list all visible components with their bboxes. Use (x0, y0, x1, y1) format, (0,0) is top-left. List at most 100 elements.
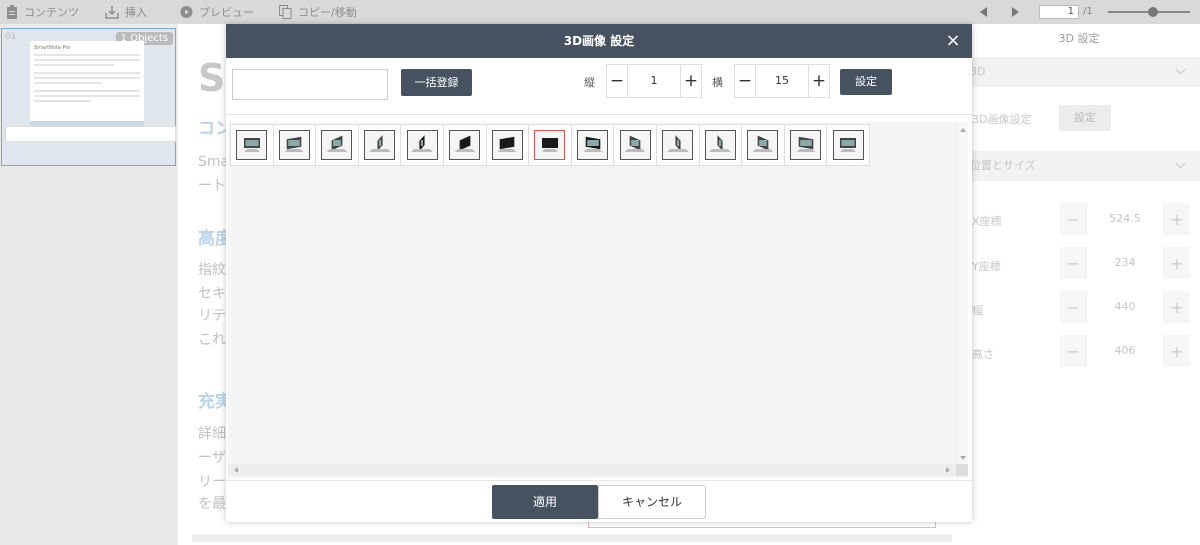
frame-cell-2[interactable] (272, 124, 317, 166)
3d-image-settings-dialog: 3D画像 設定 × 一括登録 縦 − 1 + 横 − 15 + 設定 適用 キャ… (226, 24, 972, 522)
rows-minus-button[interactable]: − (607, 65, 627, 97)
3d-image-set-button[interactable]: 設定 (1059, 105, 1111, 131)
doc-paragraph-line: 指紋 (198, 262, 226, 278)
x-label: X座標 (972, 215, 1002, 228)
frame-thumbnail (491, 130, 523, 160)
laptop-icon (709, 135, 732, 152)
laptop-icon (326, 135, 348, 152)
frame-cell-8[interactable] (528, 124, 572, 166)
dialog-footer-divider (226, 480, 972, 481)
cols-label: 横 (712, 76, 723, 89)
plus-icon[interactable]: + (1164, 342, 1190, 361)
zoom-slider-knob[interactable] (1148, 7, 1159, 17)
slide-thumbnail[interactable]: 01 1 Objects SmartNote Pro (1, 28, 176, 166)
scroll-right-icon[interactable] (946, 467, 950, 473)
frame-cell-9[interactable] (570, 124, 615, 166)
frame-cell-10[interactable] (613, 124, 657, 166)
rows-plus-button[interactable]: + (681, 65, 701, 97)
frame-thumbnail (406, 130, 438, 160)
plus-icon[interactable]: + (1164, 210, 1190, 229)
plus-icon[interactable]: + (1164, 254, 1190, 273)
rows-stepper: − 1 + (606, 64, 702, 98)
frame-grid-horizontal-scrollbar[interactable] (228, 464, 956, 476)
chevron-down-icon (1175, 158, 1186, 169)
copy-icon (279, 5, 292, 19)
section-position-size[interactable]: 位置とサイズ (958, 151, 1200, 181)
frame-cell-11[interactable] (655, 124, 700, 166)
scrollbar-corner (956, 464, 968, 476)
minus-icon[interactable]: − (1060, 298, 1086, 317)
next-page-icon[interactable] (1012, 7, 1019, 17)
frame-cell-4[interactable] (357, 124, 402, 166)
frame-cell-7[interactable] (485, 124, 530, 166)
frame-cell-5[interactable] (400, 124, 444, 166)
laptop-icon (752, 135, 774, 152)
cols-minus-button[interactable]: − (735, 65, 755, 97)
contents-menu[interactable]: コンテンツ (6, 4, 79, 20)
preview-menu[interactable]: プレビュー (180, 4, 254, 20)
page-number-input[interactable]: 1 (1039, 5, 1079, 19)
cancel-button[interactable]: キャンセル (598, 485, 706, 519)
frame-cell-1[interactable] (230, 124, 274, 166)
top-toolbar: コンテンツ 挿入 プレビュー コピー/移動 1 /1 (0, 0, 1200, 24)
cols-value[interactable]: 15 (755, 65, 809, 97)
laptop-icon (498, 136, 517, 152)
doc-paragraph-line: ート (198, 178, 226, 194)
frame-thumbnail (534, 130, 566, 160)
scroll-down-icon[interactable] (960, 456, 966, 460)
laptop-icon (285, 136, 304, 152)
copy-move-menu[interactable]: コピー/移動 (279, 4, 357, 20)
apply-button[interactable]: 適用 (492, 485, 598, 519)
scroll-up-icon[interactable] (960, 128, 966, 132)
frame-thumbnail (832, 130, 864, 160)
doc-paragraph-line: リー (198, 474, 226, 490)
canvas-horizontal-scrollbar[interactable] (192, 534, 952, 542)
close-icon[interactable]: × (944, 24, 962, 58)
frame-thumbnail (577, 130, 609, 160)
laptop-icon (583, 136, 602, 152)
frame-cell-13[interactable] (741, 124, 785, 166)
thumbnail-caption (5, 126, 176, 142)
plus-icon[interactable]: + (1164, 298, 1190, 317)
x-value[interactable]: 524.5 (1086, 203, 1164, 235)
bulk-register-input[interactable] (232, 69, 388, 100)
clipboard-icon (7, 5, 17, 19)
section-3d-label: 3D (970, 65, 986, 78)
selected-object-outline (588, 522, 936, 528)
doc-paragraph-line: セキ (198, 286, 226, 302)
minus-icon[interactable]: − (1060, 342, 1086, 361)
minus-icon[interactable]: − (1060, 254, 1086, 273)
grid-set-button[interactable]: 設定 (840, 69, 892, 95)
section-3d[interactable]: 3D (958, 57, 1200, 87)
y-value[interactable]: 234 (1086, 247, 1164, 279)
download-icon (105, 6, 119, 19)
section-position-size-label: 位置とサイズ (970, 159, 1036, 172)
frame-thumbnail (790, 130, 822, 160)
frame-grid-vertical-scrollbar[interactable] (956, 122, 968, 464)
rows-value[interactable]: 1 (627, 65, 681, 97)
dialog-divider (226, 114, 972, 115)
prev-page-icon[interactable] (980, 7, 987, 17)
minus-icon[interactable]: − (1060, 210, 1086, 229)
frame-cell-3[interactable] (315, 124, 359, 166)
frame-thumbnail (236, 130, 268, 160)
frame-cell-6[interactable] (442, 124, 487, 166)
scroll-left-icon[interactable] (234, 467, 238, 473)
frame-cell-12[interactable] (698, 124, 743, 166)
thumbnail-preview: SmartNote Pro (30, 41, 144, 121)
frame-cell-15[interactable] (826, 124, 870, 166)
properties-title: 3D 設定 (1058, 32, 1100, 45)
bulk-register-button[interactable]: 一括登録 (401, 69, 472, 96)
laptop-icon (411, 135, 434, 152)
width-stepper: − 440 + (1060, 291, 1190, 323)
width-value[interactable]: 440 (1086, 291, 1164, 323)
height-value[interactable]: 406 (1086, 335, 1164, 367)
insert-menu[interactable]: 挿入 (105, 4, 147, 20)
chevron-down-icon (1175, 64, 1186, 75)
frame-cell-14[interactable] (783, 124, 828, 166)
width-label: 幅 (972, 304, 983, 317)
doc-paragraph-line: 詳細 (198, 426, 226, 442)
cols-plus-button[interactable]: + (809, 65, 829, 97)
frame-thumbnail (747, 130, 779, 160)
laptop-icon (454, 135, 476, 152)
